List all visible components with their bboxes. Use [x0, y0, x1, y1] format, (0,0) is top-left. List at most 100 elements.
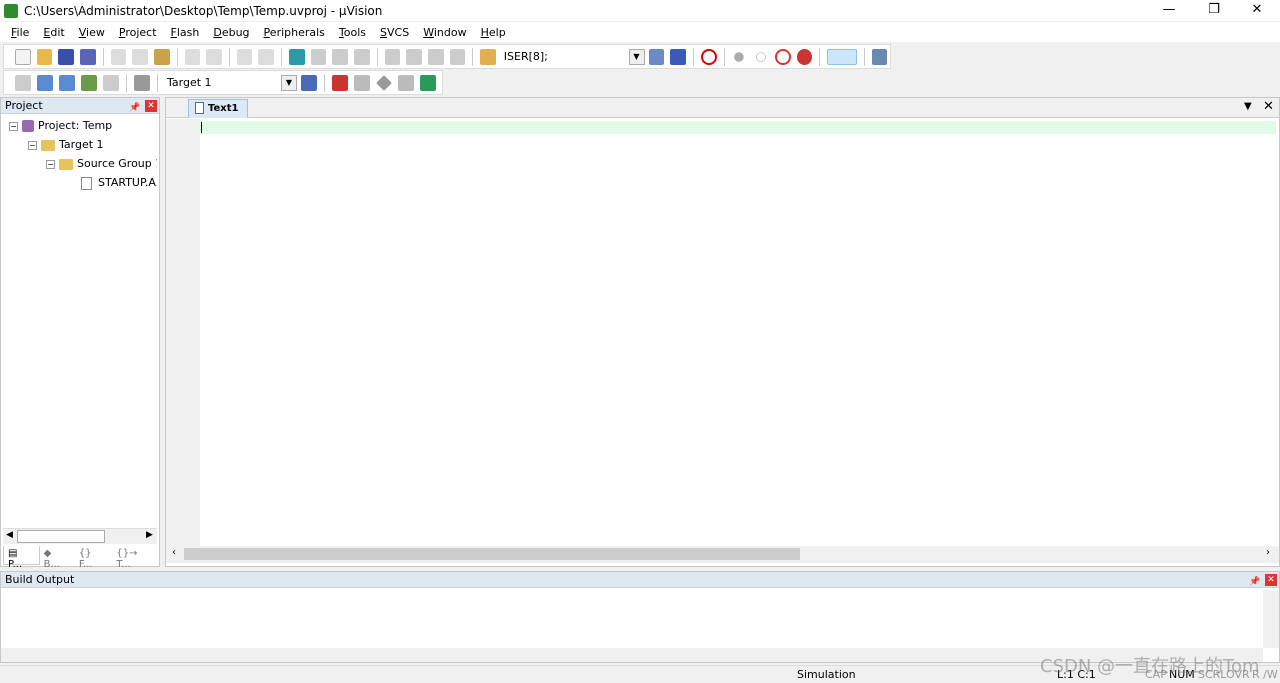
target-select[interactable]: Target 1 ▼ — [162, 73, 298, 92]
tab-books[interactable]: ◆ B... — [40, 546, 75, 570]
copy-icon[interactable] — [132, 48, 148, 65]
menu-help[interactable]: Help — [474, 26, 513, 39]
comment-icon[interactable] — [427, 48, 444, 65]
build-output-panel: Build Output 📌 ✕ — [0, 571, 1280, 663]
save-icon[interactable] — [58, 48, 74, 65]
configure-icon[interactable] — [871, 48, 888, 65]
close-panel-icon[interactable]: ✕ — [1265, 574, 1277, 586]
tree-item-source-group[interactable]: − Source Group 1 — [1, 154, 157, 173]
file-toolbar: ISER[8]; ▼ — [3, 44, 891, 69]
editor-hscrollbar[interactable]: ‹ › — [166, 546, 1279, 563]
unindent-icon[interactable] — [406, 48, 422, 65]
menu-edit[interactable]: Edit — [36, 26, 71, 39]
pin-icon[interactable]: 📌 — [129, 100, 140, 116]
status-mode: Simulation — [797, 668, 856, 681]
undo-icon[interactable] — [184, 48, 201, 65]
indent-icon[interactable] — [384, 48, 401, 65]
tab-templates[interactable]: {}→ T... — [112, 546, 159, 570]
select-software-packs-icon[interactable] — [398, 74, 414, 91]
rebuild-icon[interactable] — [59, 74, 75, 91]
manage-project-items-icon[interactable] — [332, 74, 348, 91]
save-all-icon[interactable] — [79, 48, 96, 65]
close-panel-icon[interactable]: ✕ — [145, 100, 157, 112]
project-tabs: ▤ P... ◆ B... {} F... {}→ T... — [3, 546, 159, 570]
tab-list-icon[interactable]: ▼ — [1244, 101, 1252, 112]
stop-build-icon[interactable] — [103, 74, 119, 91]
menu-peripherals[interactable]: Peripherals — [257, 26, 332, 39]
menu-view[interactable]: View — [72, 26, 112, 39]
folder-icon — [59, 158, 73, 170]
chevron-down-icon[interactable]: ▼ — [628, 49, 645, 65]
text-cursor — [201, 122, 202, 133]
tree-item-file[interactable]: STARTUP.A51 — [1, 173, 157, 192]
uncomment-icon[interactable] — [449, 48, 466, 65]
project-hscrollbar[interactable]: ◀ ▶ — [3, 528, 157, 544]
menu-file[interactable]: File — [4, 26, 36, 39]
next-bookmark-icon[interactable] — [332, 48, 348, 65]
navigate-back-icon[interactable] — [236, 48, 253, 65]
breakpoint-icon[interactable] — [734, 51, 744, 62]
new-file-icon[interactable] — [15, 48, 31, 65]
build-output-title: Build Output — [5, 573, 75, 586]
project-panel-header: Project 📌 ✕ — [1, 98, 159, 114]
find-icon[interactable] — [648, 48, 665, 65]
redo-icon[interactable] — [206, 48, 222, 65]
document-icon — [195, 102, 204, 114]
navigate-forward-icon[interactable] — [258, 48, 275, 65]
build-output-vscrollbar[interactable] — [1263, 590, 1279, 648]
tree-label: STARTUP.A51 — [98, 176, 157, 189]
download-icon[interactable] — [134, 74, 150, 91]
open-file-icon[interactable] — [36, 48, 53, 65]
scrollbar-thumb[interactable] — [184, 548, 800, 560]
tab-project[interactable]: ▤ P... — [3, 546, 40, 570]
build-toolbar: Target 1 ▼ — [3, 70, 443, 95]
close-button[interactable]: ✕ — [1234, 0, 1280, 21]
uvision-app-icon — [4, 3, 18, 18]
project-icon — [22, 120, 34, 132]
file-icon — [81, 176, 92, 190]
pin-icon[interactable]: 📌 — [1249, 574, 1260, 590]
menu-svcs[interactable]: SVCS — [373, 26, 416, 39]
menu-bar: File Edit View Project Flash Debug Perip… — [0, 22, 1280, 42]
menu-flash[interactable]: Flash — [164, 26, 207, 39]
disable-all-breakpoints-icon[interactable] — [774, 48, 791, 65]
pack-installer-icon[interactable] — [420, 74, 436, 91]
paste-icon[interactable] — [153, 48, 170, 65]
watermark: CSDN @一直在路上的Tom — [1040, 656, 1260, 677]
restore-button[interactable]: ❐ — [1191, 0, 1237, 21]
close-document-icon[interactable]: ✕ — [1263, 99, 1274, 114]
window-layout-icon[interactable] — [827, 48, 857, 65]
disable-breakpoint-icon[interactable] — [756, 51, 766, 62]
window-title: C:\Users\Administrator\Desktop\Temp\Temp… — [24, 3, 383, 18]
manage-multi-project-icon[interactable] — [354, 74, 370, 91]
current-line-highlight[interactable] — [200, 121, 1276, 134]
tab-text1[interactable]: Text1 — [188, 99, 248, 118]
cut-icon[interactable] — [110, 48, 127, 65]
incremental-find-icon[interactable] — [670, 48, 686, 65]
clear-bookmarks-icon[interactable] — [353, 48, 370, 65]
tree-label: Project: Temp — [38, 119, 113, 132]
tree-item-project[interactable]: − Project: Temp — [1, 116, 157, 135]
menu-project[interactable]: Project — [112, 26, 164, 39]
menu-tools[interactable]: Tools — [332, 26, 373, 39]
find-in-files-icon[interactable] — [480, 48, 496, 65]
chevron-down-icon[interactable]: ▼ — [281, 75, 297, 91]
tree-item-target[interactable]: − Target 1 — [1, 135, 157, 154]
manage-run-time-environment-icon[interactable] — [376, 74, 392, 91]
debug-session-icon[interactable] — [700, 48, 717, 65]
tab-functions[interactable]: {} F... — [75, 546, 113, 570]
translate-icon[interactable] — [15, 74, 31, 91]
bookmark-icon[interactable] — [289, 48, 305, 65]
options-for-target-icon[interactable] — [301, 74, 317, 91]
build-icon[interactable] — [37, 74, 53, 91]
menu-debug[interactable]: Debug — [206, 26, 256, 39]
title-bar: C:\Users\Administrator\Desktop\Temp\Temp… — [0, 0, 1280, 21]
build-output-header: Build Output 📌 ✕ — [1, 572, 1279, 588]
prev-bookmark-icon[interactable] — [310, 48, 327, 65]
find-combo[interactable]: ISER[8]; ▼ — [498, 47, 646, 66]
menu-window[interactable]: Window — [416, 26, 473, 39]
batch-build-icon[interactable] — [81, 74, 97, 91]
scrollbar-thumb[interactable] — [17, 530, 105, 543]
minimize-button[interactable]: — — [1146, 0, 1192, 21]
kill-all-breakpoints-icon[interactable] — [796, 48, 813, 65]
